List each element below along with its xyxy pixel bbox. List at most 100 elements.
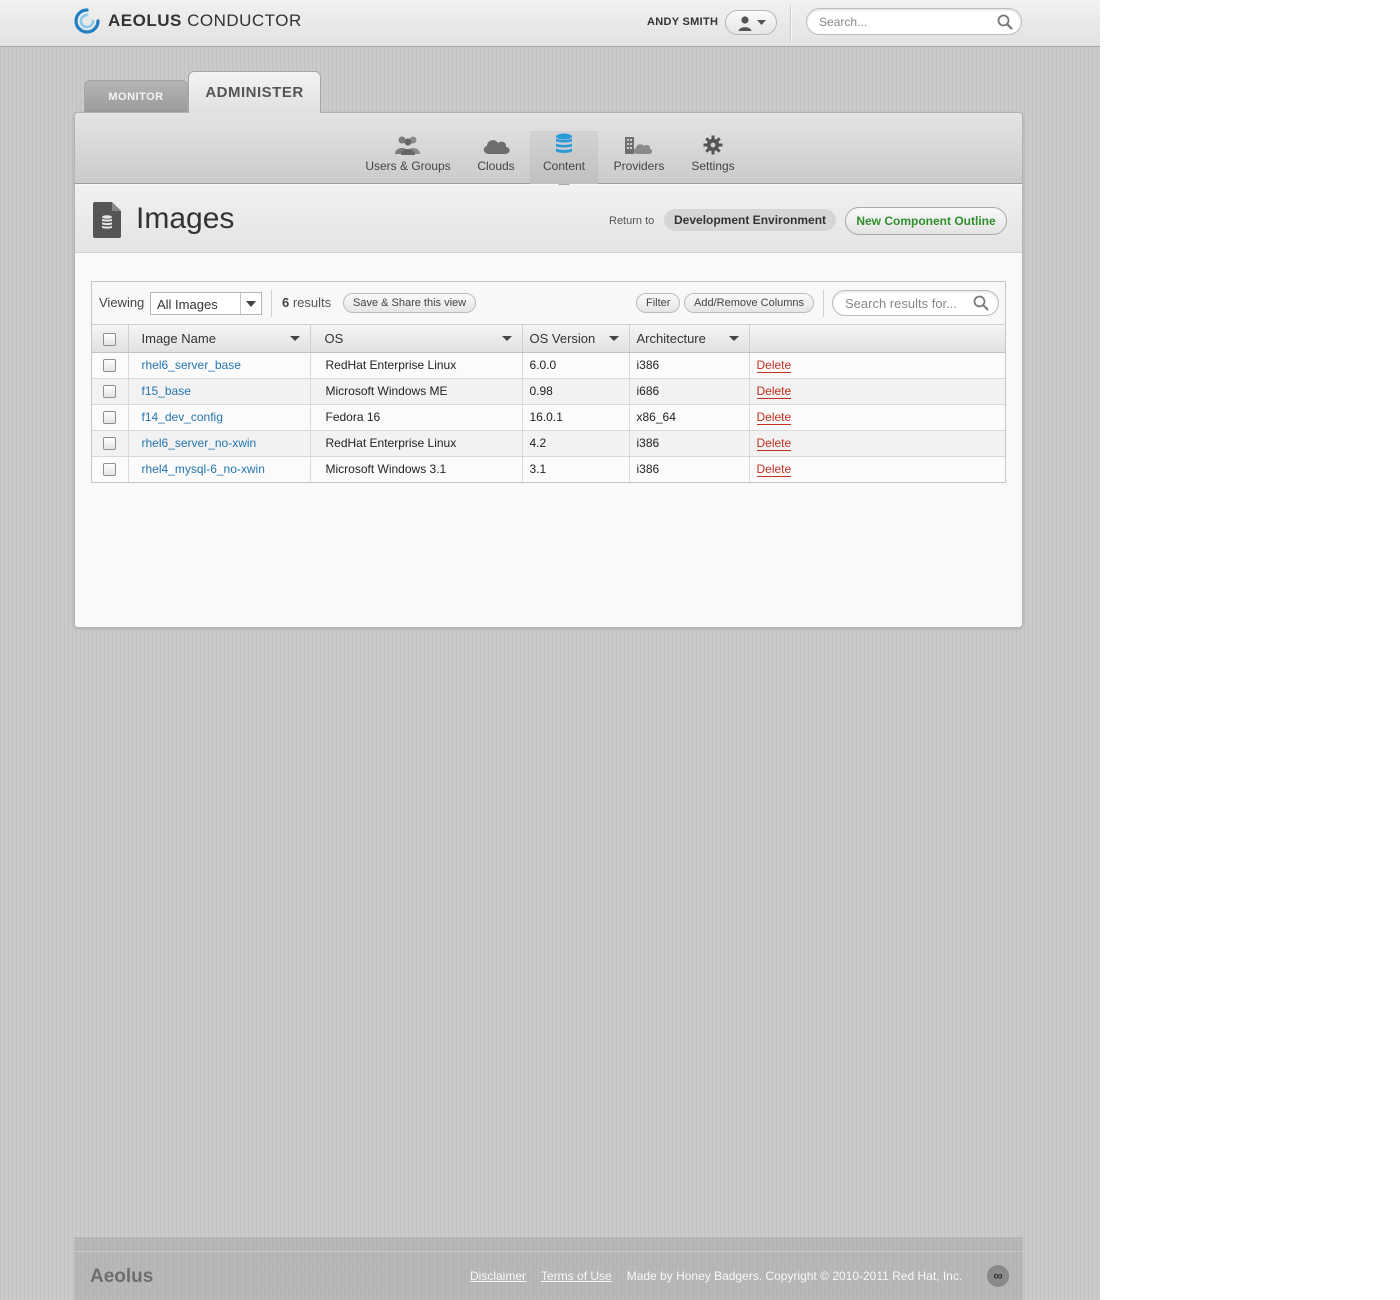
sort-arrow-icon[interactable] — [608, 336, 619, 341]
cloud-icon — [483, 140, 510, 154]
app-logo[interactable]: AEOLUS CONDUCTOR — [74, 8, 302, 34]
action-cell: Delete — [749, 352, 1005, 379]
copyright-text: Made by Honey Badgers. Copyright © 2010-… — [626, 1269, 963, 1283]
delete-link[interactable]: Delete — [756, 462, 792, 478]
architecture-cell: i386 — [629, 352, 750, 379]
viewing-select-value: All Images — [157, 297, 218, 312]
add-remove-columns-button[interactable]: Add/Remove Columns — [684, 293, 815, 313]
select-all-checkbox[interactable] — [103, 332, 117, 346]
select-all-header — [92, 325, 129, 353]
column-label: OS — [324, 330, 344, 346]
image-name-link[interactable]: f15_base — [142, 384, 191, 398]
table-row: f14_dev_config Fedora 16 16.0.1 x86_64 D… — [92, 404, 1005, 431]
app-title: AEOLUS CONDUCTOR — [108, 11, 302, 30]
delete-link[interactable]: Delete — [756, 384, 792, 399]
subnav-clouds[interactable]: Clouds — [468, 131, 524, 184]
subnav-settings[interactable]: Settings — [684, 131, 742, 184]
column-header-architecture[interactable]: Architecture — [629, 325, 750, 353]
subnav-content[interactable]: Content — [530, 131, 598, 191]
search-icon[interactable] — [973, 295, 989, 311]
architecture-cell: i686 — [629, 378, 750, 405]
column-header-os-version[interactable]: OS Version — [522, 325, 630, 353]
table-row: rhel6_server_no-xwin RedHat Enterprise L… — [92, 430, 1005, 457]
subnav-providers[interactable]: Providers — [608, 131, 670, 184]
image-name-link[interactable]: f14_dev_config — [142, 410, 223, 424]
row-select-cell — [92, 378, 129, 405]
sort-arrow-icon[interactable] — [501, 336, 512, 341]
image-name-link[interactable]: rhel6_server_base — [142, 358, 241, 372]
os-cell: RedHat Enterprise Linux — [310, 430, 523, 457]
admin-subnav: Users & Groups Clouds Content Providers … — [75, 113, 1022, 191]
user-menu-button[interactable] — [725, 10, 777, 35]
user-icon — [738, 15, 751, 31]
tab-administer-label: ADMINISTER — [205, 84, 304, 101]
row-checkbox[interactable] — [103, 359, 117, 373]
top-bar: AEOLUS CONDUCTOR ANDY SMITH — [0, 0, 1100, 47]
image-document-icon — [93, 202, 121, 238]
sort-arrow-icon[interactable] — [289, 336, 300, 341]
results-search-input[interactable] — [845, 296, 970, 311]
os-cell: RedHat Enterprise Linux — [310, 352, 523, 379]
divider — [271, 290, 272, 317]
users-icon — [395, 136, 420, 155]
action-cell: Delete — [749, 430, 1005, 457]
column-header-os[interactable]: OS — [310, 325, 523, 353]
image-name-link[interactable]: rhel4_mysql-6_no-xwin — [142, 462, 265, 476]
subnav-label: Clouds — [477, 159, 515, 173]
divider — [790, 6, 792, 42]
results-search[interactable] — [832, 290, 999, 316]
disclaimer-link[interactable]: Disclaimer — [470, 1269, 526, 1283]
architecture-cell: x86_64 — [629, 404, 750, 431]
subnav-users-groups[interactable]: Users & Groups — [358, 131, 458, 184]
divider — [74, 1251, 1023, 1252]
new-component-outline-button[interactable]: New Component Outline — [845, 207, 1007, 235]
chevron-down-icon[interactable] — [240, 293, 261, 314]
row-checkbox[interactable] — [103, 411, 117, 425]
image-name-cell: rhel6_server_no-xwin — [128, 430, 311, 457]
table-row: rhel6_server_base RedHat Enterprise Linu… — [92, 352, 1005, 379]
row-checkbox[interactable] — [103, 437, 117, 451]
table-row: f15_base Microsoft Windows ME 0.98 i686 … — [92, 378, 1005, 405]
page-title: Images — [136, 202, 235, 235]
architecture-cell: i386 — [629, 456, 750, 482]
subnav-label: Settings — [691, 159, 735, 173]
viewing-select[interactable]: All Images — [150, 292, 262, 315]
sort-arrow-icon[interactable] — [728, 336, 739, 341]
global-search[interactable] — [806, 8, 1022, 35]
user-name: ANDY SMITH — [647, 16, 719, 28]
subnav-label: Content — [542, 159, 586, 173]
search-icon[interactable] — [997, 14, 1013, 30]
column-label: Architecture — [636, 330, 706, 346]
os-cell: Fedora 16 — [310, 404, 523, 431]
footer-brand: Aeolus — [90, 1266, 154, 1287]
row-checkbox[interactable] — [103, 385, 117, 399]
terms-of-use-link[interactable]: Terms of Use — [541, 1269, 612, 1283]
row-checkbox[interactable] — [103, 463, 117, 477]
return-label: Return to — [609, 215, 655, 227]
os-cell: Microsoft Windows ME — [310, 378, 523, 405]
tab-monitor-label: MONITOR — [108, 90, 164, 103]
delete-link[interactable]: Delete — [756, 436, 792, 451]
column-header-actions — [749, 325, 1005, 353]
os-version-cell: 16.0.1 — [522, 404, 630, 431]
main-panel: Users & Groups Clouds Content Providers … — [74, 112, 1023, 628]
os-cell: Microsoft Windows 3.1 — [310, 456, 523, 482]
filter-button[interactable]: Filter — [636, 293, 681, 313]
delete-link[interactable]: Delete — [756, 358, 792, 373]
gear-icon — [703, 135, 723, 155]
image-name-link[interactable]: rhel6_server_no-xwin — [142, 436, 257, 450]
return-to-environment-button[interactable]: Development Environment — [664, 209, 837, 231]
delete-link[interactable]: Delete — [756, 410, 792, 425]
row-select-cell — [92, 456, 129, 482]
action-cell: Delete — [749, 404, 1005, 431]
save-share-view-button[interactable]: Save & Share this view — [343, 293, 477, 313]
column-label: Image Name — [141, 330, 216, 346]
image-name-cell: rhel6_server_base — [128, 352, 311, 379]
global-search-input[interactable] — [819, 14, 989, 30]
column-header-image-name[interactable]: Image Name — [128, 325, 311, 353]
infinity-icon[interactable]: ∞ — [987, 1265, 1009, 1287]
database-icon — [556, 133, 572, 153]
subnav-label: Users & Groups — [365, 159, 451, 173]
tab-monitor[interactable]: MONITOR — [84, 80, 188, 112]
tab-administer[interactable]: ADMINISTER — [188, 71, 321, 113]
